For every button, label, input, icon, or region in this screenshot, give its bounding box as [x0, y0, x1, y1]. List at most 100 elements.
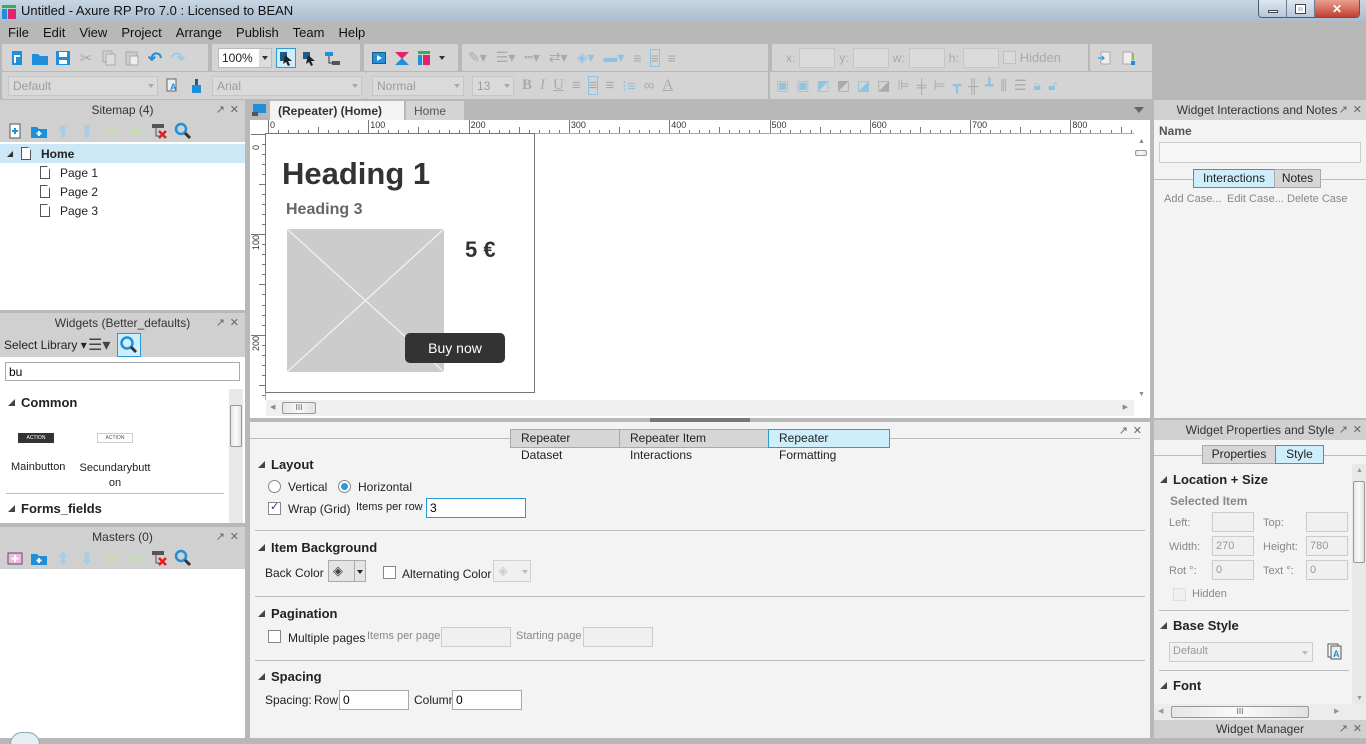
column-spacing-input[interactable] — [452, 690, 522, 710]
line-thickness-icon[interactable]: ☰▾ — [496, 49, 516, 66]
paste-icon[interactable] — [123, 49, 141, 67]
send-back-icon[interactable]: ◩ — [837, 77, 850, 94]
scroll-thumb[interactable]: III — [282, 402, 316, 414]
buy-now-button[interactable]: Buy now — [405, 333, 505, 363]
widget-manager-header[interactable]: Widget Manager ↗ ✕ — [1154, 720, 1366, 738]
width-input[interactable] — [1212, 536, 1254, 556]
delete-page-icon[interactable] — [150, 122, 168, 140]
redo-icon[interactable]: ↷ — [169, 49, 187, 68]
section-base-style[interactable]: Base Style — [1160, 618, 1239, 633]
convert-master-icon[interactable] — [1096, 49, 1114, 67]
outdent-icon[interactable]: ⬅ — [126, 549, 144, 568]
scroll-right-icon[interactable]: ▶ — [1334, 707, 1339, 715]
bullets-icon[interactable]: ⁝≡ — [622, 77, 636, 95]
select-intersect-icon[interactable] — [276, 47, 296, 68]
help-globe-icon[interactable] — [10, 732, 40, 744]
tree-item-page-1[interactable]: Page 1 — [0, 163, 245, 182]
italic-button[interactable]: I — [540, 77, 545, 94]
font-weight-select[interactable]: Normal — [372, 75, 464, 96]
close-panel-icon[interactable]: ✕ — [1133, 424, 1142, 437]
font-select[interactable]: Arial — [212, 75, 362, 96]
bring-forward-icon[interactable]: ◪ — [857, 77, 870, 94]
add-page-icon[interactable] — [6, 122, 24, 140]
widget-name-input[interactable] — [1159, 142, 1361, 163]
heading-3[interactable]: Heading 3 — [286, 201, 362, 219]
move-up-icon[interactable]: ⬆ — [54, 122, 72, 141]
tree-item-page-2[interactable]: Page 2 — [0, 182, 245, 201]
row-spacing-input[interactable] — [339, 690, 409, 710]
widgets-scrollbar[interactable] — [229, 389, 243, 523]
tab-interactions[interactable]: Interactions — [1193, 169, 1275, 188]
scroll-left-icon[interactable]: ◀ — [270, 403, 275, 411]
tab-notes[interactable]: Notes — [1274, 169, 1321, 188]
fill-color-icon[interactable]: ◈▾ — [577, 49, 595, 66]
undock-icon[interactable]: ↗ — [216, 527, 225, 547]
format-painter-icon[interactable] — [188, 77, 206, 95]
left-input[interactable] — [1212, 512, 1254, 532]
bold-button[interactable]: B — [522, 77, 532, 94]
menu-project[interactable]: Project — [121, 25, 161, 40]
scroll-right-icon[interactable]: ▶ — [1123, 403, 1128, 411]
scroll-down-icon[interactable]: ▼ — [1138, 391, 1145, 398]
menu-view[interactable]: View — [79, 25, 107, 40]
undock-icon[interactable]: ↗ — [1339, 720, 1348, 738]
align-center-icon[interactable]: ≡ — [587, 76, 599, 95]
repeater-item[interactable]: Heading 1 Heading 3 5 € Buy now — [265, 133, 535, 393]
copy-icon[interactable] — [100, 49, 118, 67]
w-input[interactable] — [908, 47, 945, 68]
restore-button[interactable] — [1287, 0, 1315, 17]
add-case-link[interactable]: Add Case... — [1164, 193, 1221, 205]
align-top-icon[interactable]: ≡ — [633, 50, 641, 66]
zoom-select[interactable]: 100% — [218, 47, 272, 68]
generate-icon[interactable] — [416, 49, 434, 67]
horizontal-radio[interactable] — [338, 480, 351, 493]
underline-button[interactable]: U — [553, 77, 564, 94]
scroll-left-icon[interactable]: ◀ — [1158, 707, 1163, 715]
line-style-icon[interactable]: ┅▾ — [524, 49, 539, 66]
items-per-row-input[interactable] — [426, 498, 526, 518]
starting-page-input[interactable] — [583, 627, 653, 647]
style-select[interactable]: Default — [8, 75, 158, 96]
bring-front-icon[interactable]: ◩ — [816, 77, 829, 94]
font-color-button[interactable]: A — [662, 77, 673, 94]
align-bottom-icon[interactable]: ≡ — [668, 50, 676, 66]
lock-icon[interactable]: 🔒︎ — [1034, 77, 1041, 94]
scroll-up-icon[interactable]: ▲ — [1356, 467, 1363, 474]
menu-edit[interactable]: Edit — [43, 25, 65, 40]
undock-icon[interactable]: ↗ — [216, 100, 225, 120]
select-library-dropdown[interactable]: Select Library ▾ — [4, 338, 87, 352]
undock-icon[interactable]: ↗ — [1119, 424, 1128, 437]
properties-hscrollbar[interactable]: ◀ III ▶ — [1154, 704, 1366, 720]
add-folder-icon[interactable] — [30, 122, 48, 140]
h-input[interactable] — [962, 47, 999, 68]
indent-icon[interactable]: ➡ — [102, 122, 120, 141]
align-top-obj-icon[interactable]: ┳ — [953, 77, 961, 94]
scroll-thumb[interactable] — [1353, 481, 1365, 563]
open-folder-icon[interactable] — [31, 49, 49, 67]
scroll-thumb[interactable] — [1135, 150, 1147, 156]
outdent-icon[interactable]: ⬅ — [126, 122, 144, 141]
add-master-icon[interactable] — [6, 549, 24, 567]
heading-1[interactable]: Heading 1 — [282, 156, 430, 192]
hidden-checkbox[interactable] — [1173, 588, 1186, 601]
search-icon[interactable] — [117, 333, 141, 357]
multiple-pages-checkbox[interactable] — [268, 630, 281, 643]
menu-arrange[interactable]: Arrange — [176, 25, 222, 40]
menu-team[interactable]: Team — [293, 25, 325, 40]
tree-item-home[interactable]: Home — [0, 144, 245, 163]
search-icon[interactable] — [174, 122, 192, 140]
height-input[interactable] — [1306, 536, 1348, 556]
close-panel-icon[interactable]: ✕ — [1353, 100, 1362, 120]
save-icon[interactable] — [54, 49, 72, 67]
y-input[interactable] — [852, 47, 889, 68]
undock-icon[interactable]: ↗ — [1339, 100, 1348, 120]
scroll-thumb[interactable] — [230, 405, 242, 447]
x-input[interactable] — [799, 47, 836, 68]
align-left-icon[interactable]: ≡ — [572, 77, 581, 94]
undock-icon[interactable]: ↗ — [1339, 420, 1348, 440]
tab-home[interactable]: Home ✕ — [406, 101, 464, 132]
border-color-icon[interactable]: ✎▾ — [468, 49, 487, 66]
style-editor-icon[interactable]: A — [1327, 643, 1343, 660]
section-location-size[interactable]: Location + Size — [1160, 472, 1268, 487]
menu-help[interactable]: Help — [338, 25, 365, 40]
